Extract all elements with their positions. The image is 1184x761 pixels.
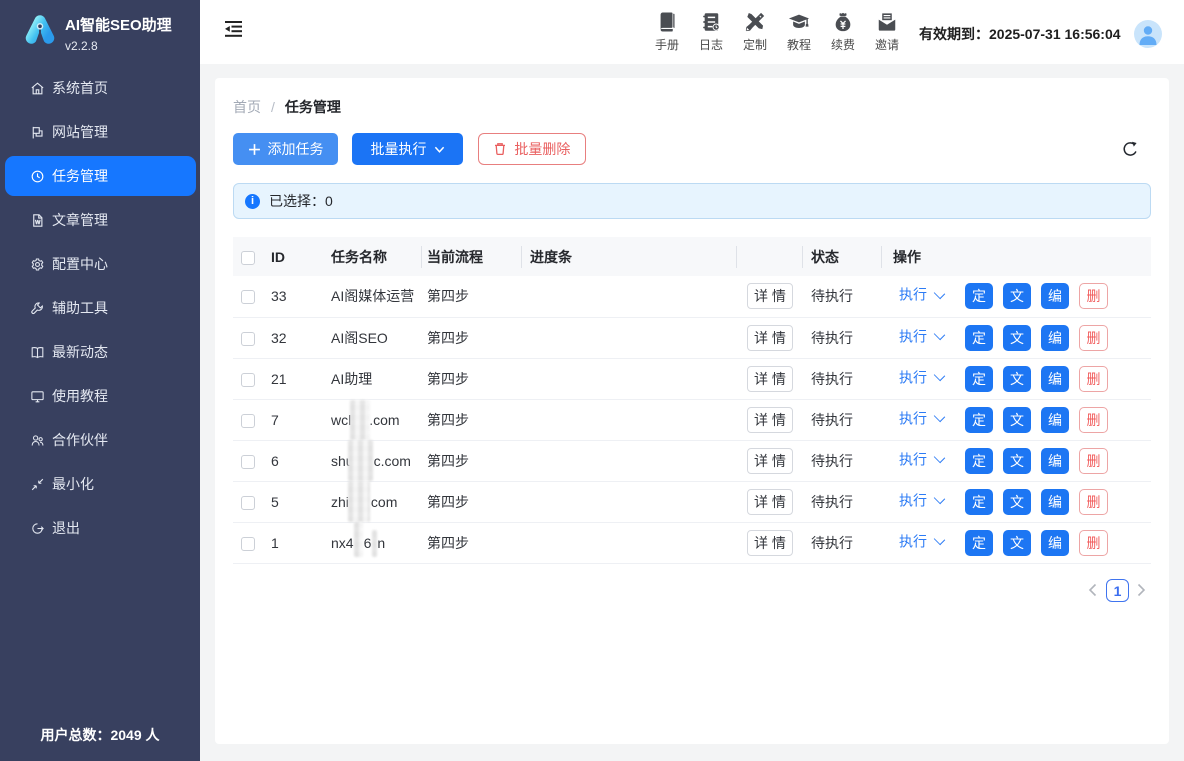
svg-text:W: W	[35, 219, 41, 225]
